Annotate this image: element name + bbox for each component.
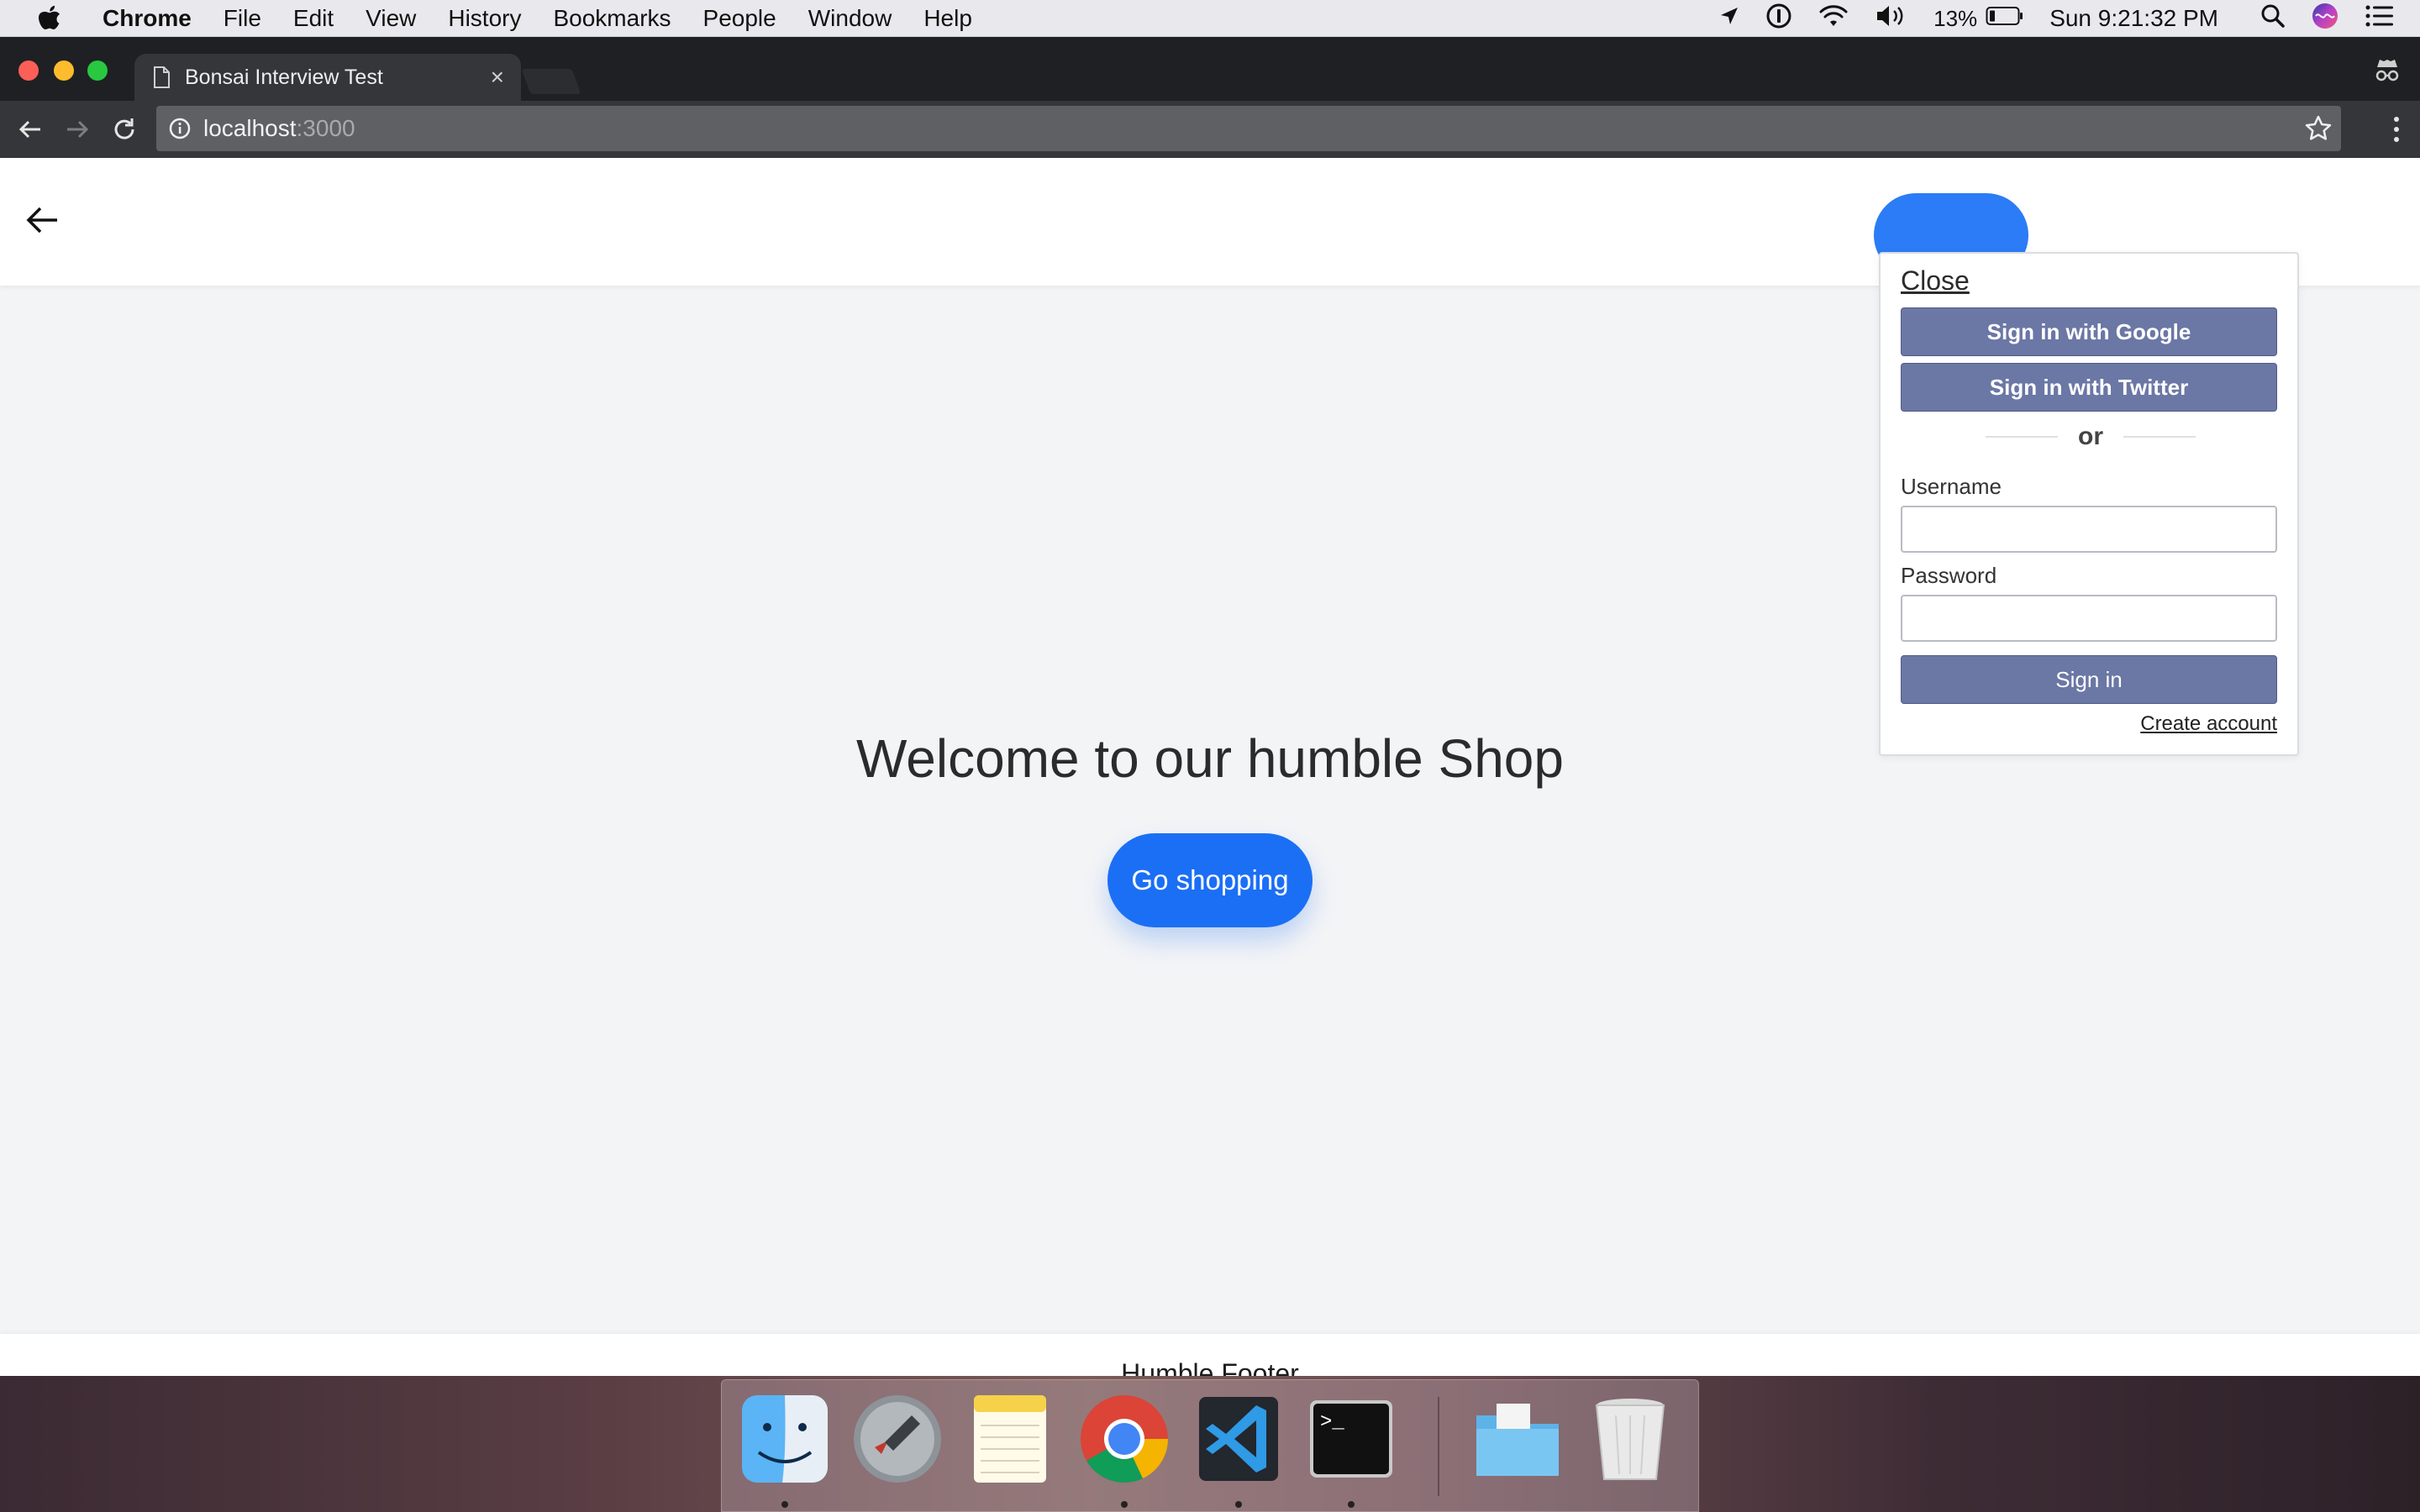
close-link[interactable]: Close	[1901, 265, 1970, 297]
menu-edit[interactable]: Edit	[293, 5, 334, 32]
tab-title: Bonsai Interview Test	[185, 65, 383, 89]
or-label: or	[2078, 423, 2103, 450]
or-divider: or	[1881, 420, 2301, 454]
folder-icon[interactable]	[1471, 1392, 1564, 1486]
apple-icon[interactable]	[30, 0, 67, 37]
tab-strip: Bonsai Interview Test ×	[0, 37, 2420, 101]
running-indicator	[1348, 1501, 1355, 1508]
window-zoom-button[interactable]	[87, 60, 108, 81]
username-label: Username	[1901, 474, 2002, 499]
forward-icon[interactable]	[59, 111, 96, 148]
chrome-menu-icon[interactable]	[2391, 113, 2402, 150]
reload-icon[interactable]	[106, 111, 143, 148]
dock-separator	[1438, 1397, 1439, 1496]
battery-percent: 13%	[1933, 5, 1978, 31]
menu-history[interactable]: History	[448, 5, 521, 32]
location-icon[interactable]	[1718, 5, 1740, 33]
clock[interactable]: Sun 9:21:32 PM	[2049, 5, 2218, 32]
trash-icon[interactable]	[1584, 1392, 1676, 1486]
siri-icon[interactable]	[2311, 2, 2339, 36]
vscode-icon[interactable]	[1192, 1392, 1285, 1486]
menu-file[interactable]: File	[224, 5, 261, 32]
site-info-icon[interactable]	[168, 117, 192, 140]
window-close-button[interactable]	[18, 60, 39, 81]
running-indicator	[1235, 1501, 1242, 1508]
browser-toolbar: localhost :3000	[0, 101, 2420, 158]
back-arrow-icon[interactable]	[22, 200, 62, 240]
create-account-link[interactable]: Create account	[2140, 712, 2277, 736]
finder-icon[interactable]	[739, 1392, 831, 1486]
launchpad-icon[interactable]	[851, 1392, 944, 1486]
terminal-icon[interactable]: >_	[1305, 1392, 1397, 1486]
back-icon[interactable]	[12, 111, 49, 148]
running-indicator	[781, 1501, 788, 1508]
tab-close-icon[interactable]: ×	[491, 64, 504, 91]
menu-app-name[interactable]: Chrome	[103, 5, 192, 32]
address-bar[interactable]: localhost :3000	[156, 106, 2341, 151]
bookmark-star-icon[interactable]	[2304, 114, 2333, 149]
sign-in-twitter-button[interactable]: Sign in with Twitter	[1901, 363, 2277, 412]
menu-view[interactable]: View	[366, 5, 416, 32]
spotlight-icon[interactable]	[2260, 3, 2286, 34]
notes-icon[interactable]	[964, 1392, 1056, 1486]
url-host: localhost	[203, 115, 297, 141]
terminal-prompt: >_	[1320, 1411, 1344, 1434]
go-shopping-button[interactable]: Go shopping	[1107, 833, 1313, 927]
notification-center-icon[interactable]	[2365, 4, 2395, 34]
battery-icon[interactable]	[1986, 5, 2024, 32]
chrome-icon[interactable]	[1078, 1392, 1171, 1486]
password-input[interactable]	[1901, 595, 2277, 642]
divider-line	[1986, 436, 2058, 438]
window-minimize-button[interactable]	[54, 60, 74, 81]
volume-icon[interactable]	[1875, 3, 1908, 34]
page-content: Welcome to our humble Shop Go shopping H…	[0, 158, 2420, 1376]
menu-bookmarks[interactable]: Bookmarks	[553, 5, 671, 32]
macos-menu-bar: Chrome File Edit View History Bookmarks …	[0, 0, 2420, 37]
sign-in-google-button[interactable]: Sign in with Google	[1901, 307, 2277, 356]
page-icon	[153, 66, 170, 88]
tab-active[interactable]: Bonsai Interview Test ×	[134, 54, 521, 101]
menu-help[interactable]: Help	[923, 5, 972, 32]
browser-window: Bonsai Interview Test × localhost :3000	[0, 37, 2420, 1376]
sign-in-popover: Close Sign in with Google Sign in with T…	[1879, 252, 2299, 756]
wifi-icon[interactable]	[1818, 3, 1849, 34]
new-tab-button[interactable]	[521, 69, 581, 94]
menu-window[interactable]: Window	[808, 5, 892, 32]
onepassword-icon[interactable]	[1765, 3, 1792, 35]
sign-in-button[interactable]: Sign in	[1901, 655, 2277, 704]
divider-line	[2123, 436, 2196, 438]
dock: >_	[721, 1379, 1699, 1512]
running-indicator	[1121, 1501, 1128, 1508]
incognito-icon	[2373, 57, 2402, 87]
username-input[interactable]	[1901, 506, 2277, 553]
menu-people[interactable]: People	[703, 5, 776, 32]
password-label: Password	[1901, 563, 1997, 588]
footer: Humble Footer	[0, 1334, 2420, 1376]
url-port: :3000	[296, 115, 355, 141]
